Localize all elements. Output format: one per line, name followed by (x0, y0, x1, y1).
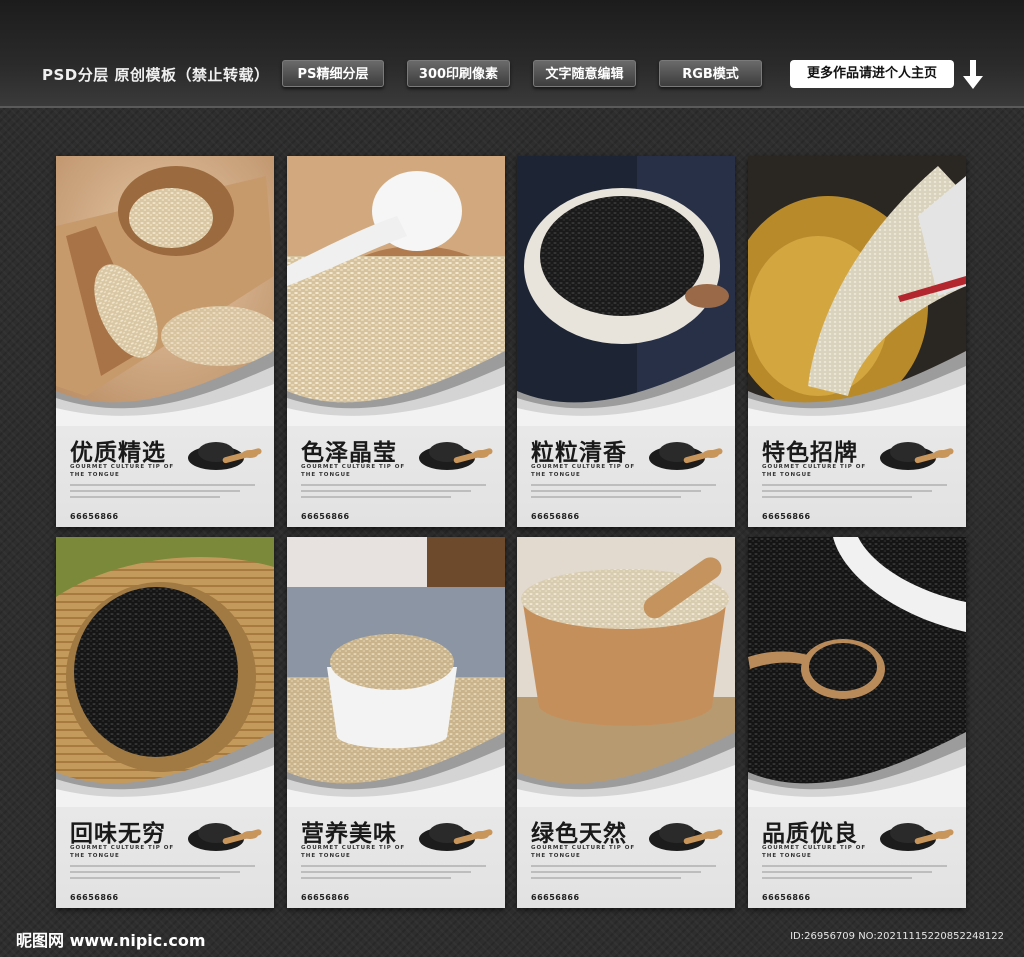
phone-number: 66656866 (70, 512, 119, 521)
poster-card: 绿色天然 GOURMET CULTURE TIP OF THE TONGUE 6… (517, 537, 735, 908)
body-text-placeholder (531, 865, 716, 879)
body-text-placeholder (531, 484, 716, 498)
body-text-placeholder (762, 484, 947, 498)
poster-title: 特色招牌 (762, 440, 858, 466)
poster-subtitle: GOURMET CULTURE TIP OF THE TONGUE (70, 845, 175, 859)
tag-print-pixels: 300印刷像素 (407, 60, 510, 87)
body-text-placeholder (301, 865, 486, 879)
poster-card: 品质优良 GOURMET CULTURE TIP OF THE TONGUE 6… (748, 537, 966, 908)
black-sesame-pile-icon (649, 823, 723, 851)
black-sesame-pile-icon (188, 823, 262, 851)
wave-decoration (287, 732, 505, 807)
phone-number: 66656866 (70, 893, 119, 902)
arrow-down-icon (963, 60, 983, 89)
poster-title: 回味无穷 (70, 821, 166, 847)
body-text-placeholder (301, 484, 486, 498)
black-sesame-pile-icon (188, 442, 262, 470)
wave-decoration (748, 732, 966, 807)
poster-title: 粒粒清香 (531, 440, 627, 466)
poster-card: 营养美味 GOURMET CULTURE TIP OF THE TONGUE 6… (287, 537, 505, 908)
black-sesame-pile-icon (880, 442, 954, 470)
body-text-placeholder (762, 865, 947, 879)
black-sesame-pile-icon (880, 823, 954, 851)
wave-decoration (748, 351, 966, 426)
wave-decoration (287, 351, 505, 426)
poster-title: 优质精选 (70, 440, 166, 466)
phone-number: 66656866 (531, 512, 580, 521)
phone-number: 66656866 (301, 512, 350, 521)
poster-subtitle: GOURMET CULTURE TIP OF THE TONGUE (531, 845, 636, 859)
poster-subtitle: GOURMET CULTURE TIP OF THE TONGUE (531, 464, 636, 478)
image-id-label: ID:26956709 NO:20211115220852248122 (790, 931, 1004, 942)
tag-rgb-mode: RGB模式 (659, 60, 762, 87)
poster-title: 品质优良 (762, 821, 858, 847)
template-title: PSD分层 原创模板（禁止转载） (42, 66, 270, 84)
phone-number: 66656866 (301, 893, 350, 902)
homepage-link-button[interactable]: 更多作品请进个人主页 (790, 60, 954, 88)
poster-card: 回味无穷 GOURMET CULTURE TIP OF THE TONGUE 6… (56, 537, 274, 908)
poster-subtitle: GOURMET CULTURE TIP OF THE TONGUE (762, 464, 867, 478)
poster-title: 绿色天然 (531, 821, 627, 847)
poster-card: 粒粒清香 GOURMET CULTURE TIP OF THE TONGUE 6… (517, 156, 735, 527)
black-sesame-pile-icon (419, 823, 493, 851)
poster-subtitle: GOURMET CULTURE TIP OF THE TONGUE (301, 464, 406, 478)
poster-card: 色泽晶莹 GOURMET CULTURE TIP OF THE TONGUE 6… (287, 156, 505, 527)
poster-subtitle: GOURMET CULTURE TIP OF THE TONGUE (70, 464, 175, 478)
wave-decoration (517, 351, 735, 426)
body-text-placeholder (70, 865, 255, 879)
site-logo: 昵图网 www.nipic.com (16, 931, 206, 950)
tag-layered: PS精细分层 (282, 60, 384, 87)
poster-title: 色泽晶莹 (301, 440, 397, 466)
wave-decoration (56, 351, 274, 426)
tag-editable-text: 文字随意编辑 (533, 60, 636, 87)
top-banner: PSD分层 原创模板（禁止转载） PS精细分层 300印刷像素 文字随意编辑 R… (0, 0, 1024, 108)
poster-title: 营养美味 (301, 821, 397, 847)
phone-number: 66656866 (762, 512, 811, 521)
poster-card: 特色招牌 GOURMET CULTURE TIP OF THE TONGUE 6… (748, 156, 966, 527)
phone-number: 66656866 (531, 893, 580, 902)
wave-decoration (517, 732, 735, 807)
poster-card: 优质精选 GOURMET CULTURE TIP OF THE TONGUE 6… (56, 156, 274, 527)
black-sesame-pile-icon (649, 442, 723, 470)
poster-subtitle: GOURMET CULTURE TIP OF THE TONGUE (762, 845, 867, 859)
poster-subtitle: GOURMET CULTURE TIP OF THE TONGUE (301, 845, 406, 859)
body-text-placeholder (70, 484, 255, 498)
wave-decoration (56, 732, 274, 807)
phone-number: 66656866 (762, 893, 811, 902)
black-sesame-pile-icon (419, 442, 493, 470)
